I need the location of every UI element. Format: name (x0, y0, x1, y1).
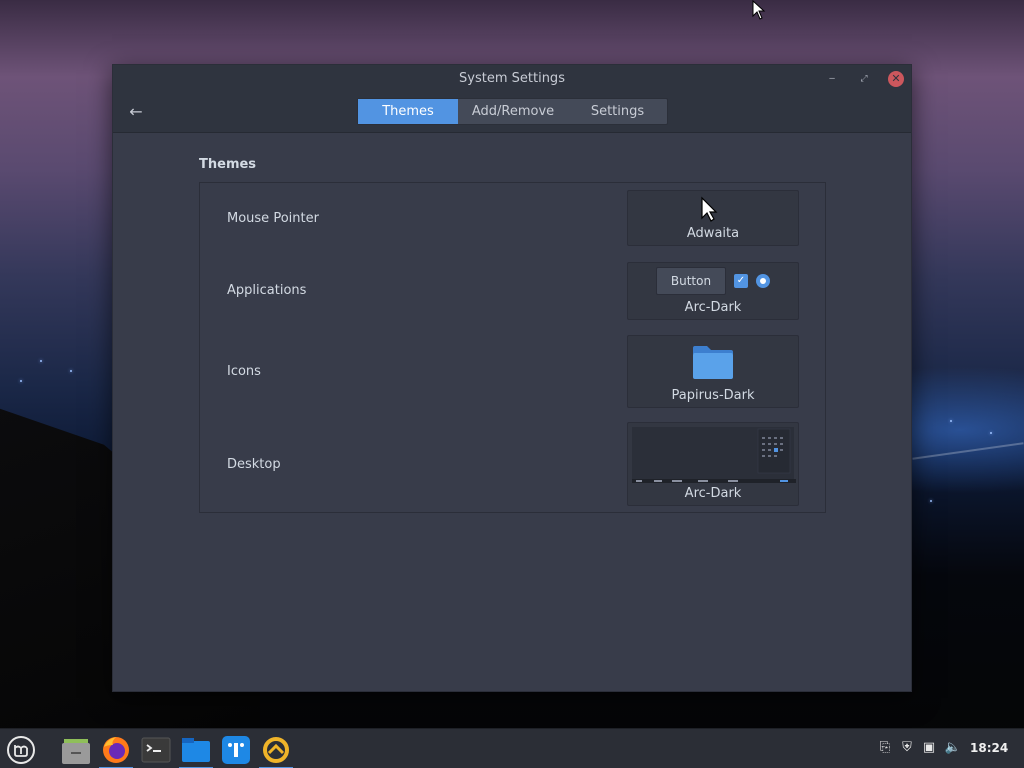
volume-icon[interactable]: 🔈 (944, 739, 962, 757)
firefox-icon[interactable] (99, 733, 133, 768)
section-title: Themes (199, 157, 257, 172)
tab-bar: Themes Add/Remove Settings (357, 98, 668, 125)
terminal-icon[interactable] (139, 733, 173, 767)
tab-settings[interactable]: Settings (568, 99, 667, 124)
back-arrow-icon[interactable]: ← (125, 101, 147, 123)
themes-panel: Mouse Pointer Adwaita Applications Butto… (199, 182, 826, 513)
city-light (990, 432, 992, 434)
city-light (20, 380, 22, 382)
preview-button: Button (656, 267, 726, 295)
applications-theme-button[interactable]: Button ✓ Arc-Dark (627, 262, 799, 320)
row-label-mouse-pointer: Mouse Pointer (227, 211, 319, 226)
maximize-button[interactable]: ⤢ (856, 71, 872, 87)
row-label-desktop: Desktop (227, 457, 281, 472)
desktop-theme-button[interactable]: Arc-Dark (627, 422, 799, 506)
desktop-preview-image (632, 427, 796, 483)
folder-preview-icon (693, 346, 733, 379)
row-label-applications: Applications (227, 283, 307, 298)
city-light (40, 360, 42, 362)
file-manager-icon[interactable] (59, 733, 93, 767)
city-light (950, 420, 952, 422)
clock[interactable]: 18:24 (970, 741, 1008, 755)
preview-radio-icon (756, 274, 770, 288)
mouse-cursor-icon (752, 0, 766, 20)
theme-value: Arc-Dark (684, 300, 742, 315)
update-manager-icon[interactable] (259, 733, 293, 768)
theme-value: Papirus-Dark (671, 388, 755, 403)
folder-icon[interactable] (179, 733, 213, 768)
preview-checkbox-icon: ✓ (734, 274, 748, 288)
row-label-icons: Icons (227, 364, 261, 379)
shield-icon[interactable]: ⛨ (898, 739, 916, 757)
close-button[interactable]: ✕ (888, 71, 904, 87)
wallpaper-bridge (912, 442, 1024, 460)
city-light (70, 370, 72, 372)
clipboard-icon[interactable]: ⎘ (876, 739, 894, 757)
network-icon[interactable]: ▣ (920, 739, 938, 757)
mouse-pointer-theme-button[interactable]: Adwaita (627, 190, 799, 246)
software-manager-icon[interactable] (219, 733, 253, 767)
taskbar: ⎘ ⛨ ▣ 🔈 18:24 (0, 728, 1024, 768)
tab-themes[interactable]: Themes (358, 99, 458, 124)
mint-logo-icon[interactable] (4, 733, 38, 767)
titlebar: System Settings ‒ ⤢ ✕ ← Themes Add/Remov… (113, 65, 911, 133)
theme-value: Arc-Dark (684, 486, 742, 501)
icons-theme-button[interactable]: Papirus-Dark (627, 335, 799, 408)
desktop-thumbnail-icon (632, 428, 796, 483)
minimize-button[interactable]: ‒ (824, 71, 840, 87)
tab-add-remove[interactable]: Add/Remove (458, 99, 568, 124)
city-light (930, 500, 932, 502)
window-title: System Settings (459, 71, 565, 86)
cursor-preview-icon (701, 196, 718, 222)
system-settings-window: System Settings ‒ ⤢ ✕ ← Themes Add/Remov… (112, 64, 912, 692)
theme-value: Adwaita (686, 226, 740, 241)
